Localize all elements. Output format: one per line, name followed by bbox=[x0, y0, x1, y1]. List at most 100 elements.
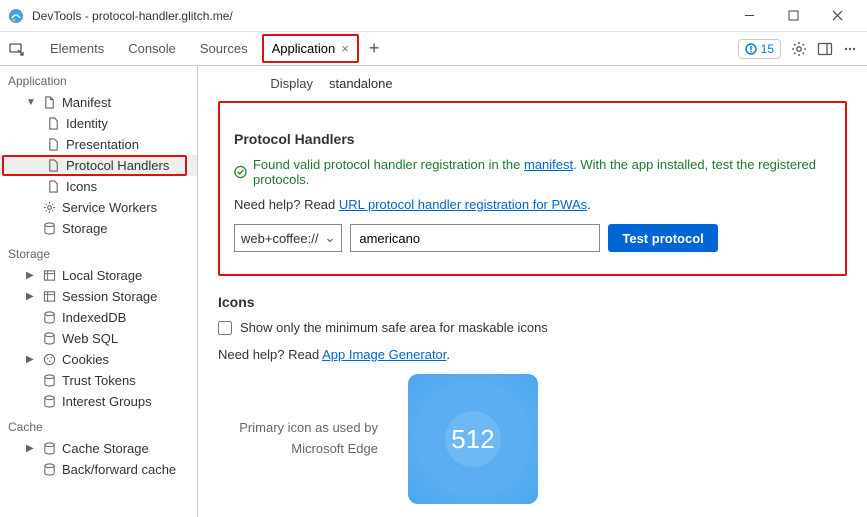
sidebar-item-indexeddb[interactable]: IndexedDB bbox=[0, 307, 197, 328]
sidebar-item-label: Cookies bbox=[62, 352, 109, 367]
database-icon bbox=[42, 463, 56, 477]
sidebar-item-presentation[interactable]: Presentation bbox=[0, 134, 197, 155]
maximize-button[interactable] bbox=[771, 2, 815, 30]
protocol-validation-message: Found valid protocol handler registratio… bbox=[234, 157, 831, 187]
protocol-value-input[interactable] bbox=[350, 224, 600, 252]
database-icon bbox=[42, 311, 56, 325]
sidebar-item-session-storage[interactable]: ▶ Session Storage bbox=[0, 286, 197, 307]
expand-icon[interactable]: ▶ bbox=[26, 270, 36, 281]
sidebar-item-label: Cache Storage bbox=[62, 441, 149, 456]
sidebar-item-identity[interactable]: Identity bbox=[0, 113, 197, 134]
manifest-link[interactable]: manifest bbox=[524, 157, 573, 172]
document-icon bbox=[42, 96, 56, 110]
display-label: Display bbox=[218, 76, 313, 91]
gear-icon bbox=[42, 201, 56, 215]
database-icon bbox=[42, 395, 56, 409]
tab-strip: Elements Console Sources Application × + bbox=[38, 32, 387, 65]
database-icon bbox=[42, 374, 56, 388]
sidebar-item-cookies[interactable]: ▶ Cookies bbox=[0, 349, 197, 370]
maskable-checkbox-label: Show only the minimum safe area for mask… bbox=[240, 320, 548, 335]
tab-label: Application bbox=[272, 41, 336, 56]
sidebar-item-label: Icons bbox=[66, 179, 97, 194]
icons-heading: Icons bbox=[218, 294, 847, 310]
sidebar-item-trust-tokens[interactable]: Trust Tokens bbox=[0, 370, 197, 391]
sidebar-item-label: Interest Groups bbox=[62, 394, 152, 409]
application-main[interactable]: Display standalone Protocol Handlers Fou… bbox=[198, 66, 867, 517]
settings-icon[interactable] bbox=[791, 41, 807, 57]
toolbar-right: 15 bbox=[738, 39, 867, 59]
database-icon bbox=[42, 222, 56, 236]
document-icon bbox=[46, 117, 60, 131]
sidebar-item-label: Trust Tokens bbox=[62, 373, 136, 388]
tab-label: Console bbox=[128, 41, 176, 56]
check-circle-icon bbox=[234, 165, 247, 179]
icon-size-text: 512 bbox=[451, 424, 494, 455]
dock-side-icon[interactable] bbox=[817, 41, 833, 57]
expand-icon[interactable]: ▶ bbox=[26, 354, 36, 365]
primary-icon-caption: Primary icon as used by Microsoft Edge bbox=[218, 418, 378, 460]
sidebar-item-websql[interactable]: Web SQL bbox=[0, 328, 197, 349]
sidebar-item-label: Protocol Handlers bbox=[66, 158, 169, 173]
test-protocol-button[interactable]: Test protocol bbox=[608, 224, 717, 252]
url-protocol-docs-link[interactable]: URL protocol handler registration for PW… bbox=[339, 197, 587, 212]
tab-label: Elements bbox=[50, 41, 104, 56]
minimize-button[interactable] bbox=[727, 2, 771, 30]
protocol-help-line: Need help? Read URL protocol handler reg… bbox=[234, 197, 831, 212]
issues-counter[interactable]: 15 bbox=[738, 39, 781, 59]
sidebar-item-label: Service Workers bbox=[62, 200, 157, 215]
expand-icon[interactable]: ▶ bbox=[26, 443, 36, 454]
close-window-button[interactable] bbox=[815, 2, 859, 30]
add-tab-button[interactable]: + bbox=[361, 38, 388, 59]
sidebar-item-local-storage[interactable]: ▶ Local Storage bbox=[0, 265, 197, 286]
close-tab-icon[interactable]: × bbox=[341, 41, 349, 56]
application-sidebar[interactable]: Application ▼ Manifest Identity Presenta… bbox=[0, 66, 198, 517]
sidebar-item-cache-storage[interactable]: ▶ Cache Storage bbox=[0, 438, 197, 459]
more-options-icon[interactable] bbox=[843, 42, 857, 56]
sidebar-item-bf-cache[interactable]: Back/forward cache bbox=[0, 459, 197, 480]
devtools-app-icon bbox=[8, 8, 24, 24]
window-titlebar: DevTools - protocol-handler.glitch.me/ bbox=[0, 0, 867, 32]
select-value: web+coffee:// bbox=[241, 231, 318, 246]
collapse-icon[interactable]: ▼ bbox=[26, 97, 36, 108]
sidebar-section-storage: Storage bbox=[0, 239, 197, 265]
sidebar-item-service-workers[interactable]: Service Workers bbox=[0, 197, 197, 218]
tab-application[interactable]: Application × bbox=[260, 32, 361, 65]
cookie-icon bbox=[42, 353, 56, 367]
window-title: DevTools - protocol-handler.glitch.me/ bbox=[32, 9, 727, 23]
sidebar-item-protocol-handlers[interactable]: Protocol Handlers bbox=[0, 155, 197, 176]
sidebar-item-label: Identity bbox=[66, 116, 108, 131]
sidebar-item-label: Web SQL bbox=[62, 331, 118, 346]
protocol-scheme-select[interactable]: web+coffee:// ⌄ bbox=[234, 224, 342, 252]
sidebar-item-storage-app[interactable]: Storage bbox=[0, 218, 197, 239]
tab-sources[interactable]: Sources bbox=[188, 32, 260, 65]
maskable-safe-area-checkbox[interactable] bbox=[218, 321, 232, 335]
tab-label: Sources bbox=[200, 41, 248, 56]
sidebar-item-interest-groups[interactable]: Interest Groups bbox=[0, 391, 197, 412]
database-icon bbox=[42, 332, 56, 346]
expand-icon[interactable]: ▶ bbox=[26, 291, 36, 302]
app-image-generator-link[interactable]: App Image Generator bbox=[322, 347, 446, 362]
sidebar-item-label: Manifest bbox=[62, 95, 111, 110]
protocol-handlers-heading: Protocol Handlers bbox=[234, 131, 831, 147]
primary-icon-preview: 512 bbox=[408, 374, 538, 504]
document-icon bbox=[46, 159, 60, 173]
document-icon bbox=[46, 180, 60, 194]
sidebar-item-label: Back/forward cache bbox=[62, 462, 176, 477]
sidebar-item-icons[interactable]: Icons bbox=[0, 176, 197, 197]
sidebar-item-label: Presentation bbox=[66, 137, 139, 152]
table-icon bbox=[42, 290, 56, 304]
icons-help-line: Need help? Read App Image Generator. bbox=[218, 347, 847, 362]
inspect-element-icon[interactable] bbox=[8, 40, 26, 58]
issues-icon bbox=[745, 43, 757, 55]
devtools-tabbar: Elements Console Sources Application × +… bbox=[0, 32, 867, 66]
sidebar-item-manifest[interactable]: ▼ Manifest bbox=[0, 92, 197, 113]
protocol-handlers-panel: Protocol Handlers Found valid protocol h… bbox=[218, 101, 847, 276]
sidebar-item-label: Session Storage bbox=[62, 289, 157, 304]
sidebar-item-label: Storage bbox=[62, 221, 108, 236]
chevron-down-icon: ⌄ bbox=[324, 230, 335, 246]
issues-count: 15 bbox=[761, 42, 774, 56]
tab-elements[interactable]: Elements bbox=[38, 32, 116, 65]
tab-console[interactable]: Console bbox=[116, 32, 188, 65]
document-icon bbox=[46, 138, 60, 152]
sidebar-item-label: IndexedDB bbox=[62, 310, 126, 325]
